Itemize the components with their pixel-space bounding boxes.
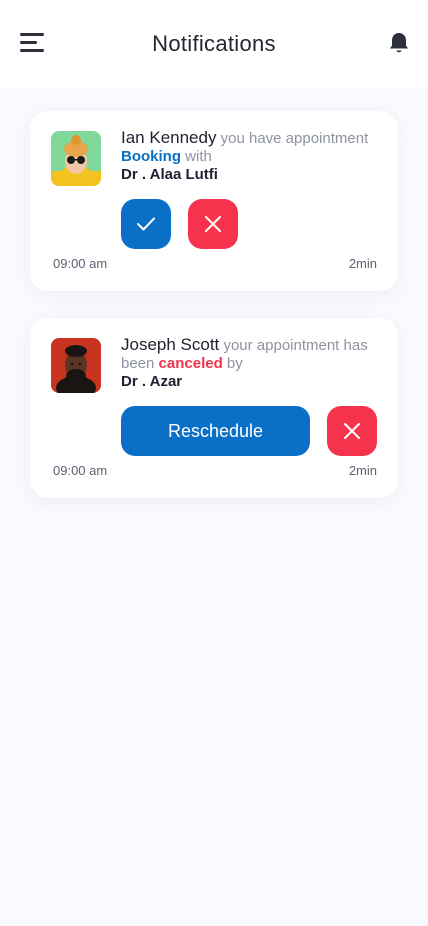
status-keyword: Booking [121, 148, 181, 165]
status-keyword: canceled [158, 355, 223, 372]
reject-button[interactable] [188, 199, 238, 249]
reject-button[interactable] [327, 406, 377, 456]
notification-message: Ian Kennedy you have appointment Booking… [121, 129, 381, 184]
page-title: Notifications [152, 31, 276, 56]
close-icon [205, 216, 221, 232]
notification-card: Joseph Scott your appointment has been c… [30, 318, 398, 498]
close-icon [344, 423, 360, 439]
bell-icon[interactable] [388, 31, 410, 55]
avatar [51, 131, 101, 186]
notification-card: Ian Kennedy you have appointment Booking… [30, 111, 398, 291]
doctor-name: Dr . Alaa Lutfi [121, 166, 218, 183]
avatar [51, 338, 101, 393]
notification-time: 09:00 am [53, 256, 108, 271]
check-icon [137, 217, 155, 231]
notification-age: 2min [348, 256, 377, 271]
sender-name: Joseph Scott [121, 335, 220, 354]
notification-time: 09:00 am [53, 463, 108, 478]
notification-message: Joseph Scott your appointment has been c… [121, 336, 381, 391]
notification-age: 2min [348, 463, 377, 478]
app-header: Notifications [0, 0, 428, 89]
doctor-name: Dr . Azar [121, 373, 183, 390]
accept-button[interactable] [121, 199, 171, 249]
sender-name: Ian Kennedy [121, 128, 217, 147]
reschedule-button[interactable]: Reschedule [121, 406, 310, 456]
